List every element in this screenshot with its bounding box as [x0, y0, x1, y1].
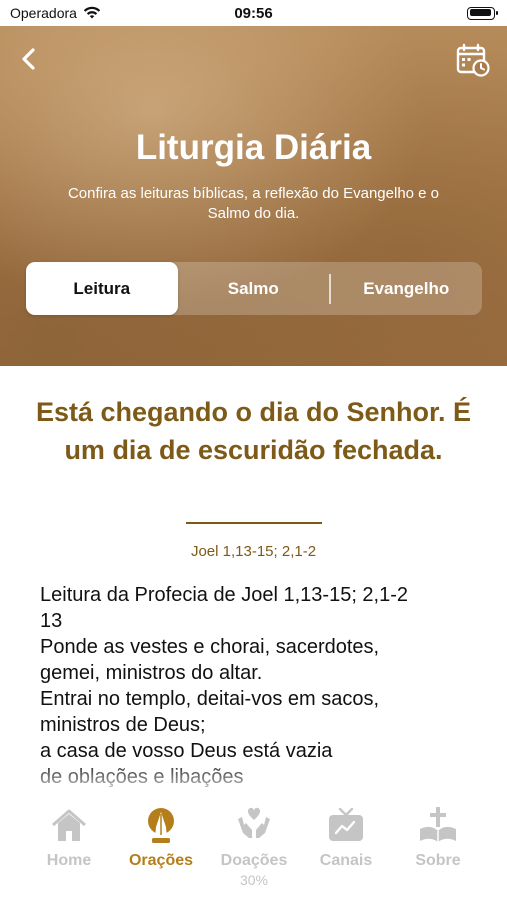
praying-hands-icon [148, 808, 174, 843]
tab-home[interactable]: Home [24, 805, 114, 870]
calendar-clock-icon [456, 43, 490, 77]
reading-text: Leitura da Profecia de Joel 1,13-15; 2,1… [40, 584, 409, 788]
reading-title: Está chegando o dia do Senhor. É um dia … [35, 397, 472, 465]
donation-heart-hands-icon [238, 807, 270, 838]
tab-oracoes-label: Orações [128, 852, 194, 869]
reading-divider [186, 522, 322, 524]
reading-type-segmented-control: Leitura Salmo Evangelho [26, 262, 482, 315]
status-bar: Operadora 09:56 [0, 0, 507, 26]
house-icon [52, 809, 86, 841]
tab-doacoes-label: Doações [220, 852, 288, 869]
calendar-button[interactable] [455, 42, 491, 78]
segment-evangelho[interactable]: Evangelho [331, 262, 483, 315]
segment-leitura[interactable]: Leitura [26, 262, 178, 315]
tab-doacoes-progress: 30% [239, 872, 269, 888]
back-button[interactable] [14, 42, 46, 76]
segment-salmo[interactable]: Salmo [178, 262, 330, 315]
status-time: 09:56 [234, 4, 273, 22]
battery-icon [467, 6, 498, 20]
tab-sobre-label: Sobre [415, 852, 461, 869]
tab-canais-label: Canais [319, 852, 373, 869]
carrier-label: Operadora [10, 5, 77, 21]
page-title: Liturgia Diária [135, 128, 372, 167]
tab-canais[interactable]: Canais [301, 805, 391, 870]
tab-doacoes[interactable]: Doações 30% [209, 805, 299, 888]
page-subtitle: Confira as leituras bíblicas, a reflexão… [67, 185, 440, 222]
tab-sobre[interactable]: Sobre [393, 805, 483, 870]
tv-icon [329, 807, 363, 841]
tab-home-label: Home [46, 852, 92, 869]
bible-cross-icon [420, 807, 456, 842]
wifi-icon [83, 6, 101, 19]
content-fade [0, 760, 507, 800]
status-left: Operadora [10, 5, 101, 21]
chevron-left-icon [22, 48, 35, 70]
bottom-tab-bar: Home Orações Doações 30% Canais Sobre [0, 795, 507, 900]
reading-body: Leitura da Profecia de Joel 1,13-15; 2,1… [40, 582, 480, 790]
tab-oracoes[interactable]: Orações [116, 805, 206, 870]
reading-reference: Joel 1,13-15; 2,1-2 [190, 543, 317, 560]
